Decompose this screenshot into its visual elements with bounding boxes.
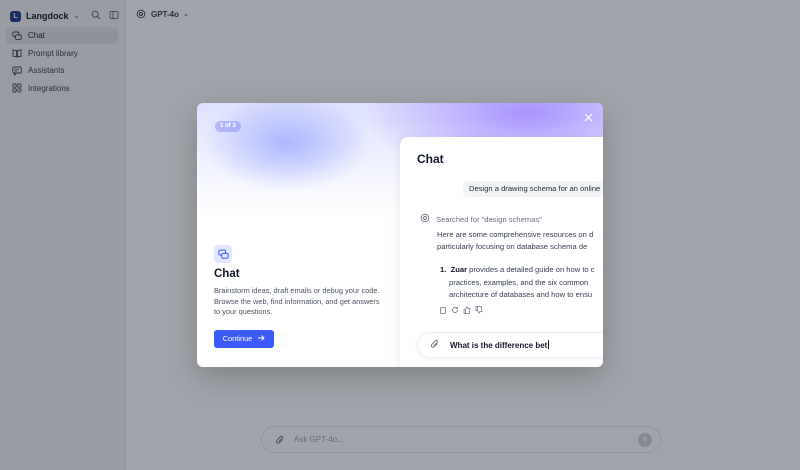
answer-line: particularly focusing on database schema… [437, 242, 588, 251]
chat-icon [214, 245, 232, 263]
preview-chat-input: What is the difference bet [417, 332, 603, 358]
chat-preview: Chat Design a drawing schema for an onli… [400, 137, 603, 367]
arrow-right-icon [257, 334, 265, 344]
assistant-answer: Here are some comprehensive resources on… [437, 229, 593, 253]
continue-button[interactable]: Continue [214, 329, 274, 348]
answer-line: Here are some comprehensive resources on… [437, 230, 594, 239]
thumbs-down-icon[interactable] [475, 306, 483, 314]
feature-title: Chat [214, 268, 240, 280]
list-line: architecture of databases and how to ens… [449, 290, 593, 299]
search-status-text: Searched for "design schemas" [436, 214, 542, 224]
attach-icon [430, 336, 440, 354]
list-line: practices, examples, and the six common [449, 277, 589, 287]
user-message: Design a drawing schema for an online [463, 181, 603, 197]
copy-icon[interactable] [439, 306, 447, 314]
regenerate-icon[interactable] [451, 306, 459, 314]
thumbs-up-icon[interactable] [463, 306, 471, 314]
message-actions [439, 306, 483, 314]
close-icon[interactable] [583, 112, 593, 122]
continue-label: Continue [222, 334, 253, 344]
list-number: 1. [440, 265, 447, 274]
step-badge: 1 of 3 [215, 121, 241, 132]
typed-text-value: What is the difference bet [450, 341, 548, 350]
search-status: Searched for "design schemas" [420, 213, 542, 225]
onboarding-modal: 1 of 3 Chat Brainstorm ideas, draft emai… [197, 103, 603, 367]
feature-description: Brainstorm ideas, draft emails or debug … [214, 286, 380, 317]
source-name: Zuar [450, 265, 468, 274]
preview-title: Chat [417, 152, 444, 166]
answer-list-item: 1. Zuar provides a detailed guide on how… [440, 264, 595, 302]
feature-panel: Chat Brainstorm ideas, draft emails or d… [214, 245, 384, 348]
text-caret [548, 340, 550, 349]
typed-text: What is the difference bet [450, 340, 550, 350]
list-line: provides a detailed guide on how to c [469, 265, 595, 274]
openai-icon [420, 213, 430, 225]
